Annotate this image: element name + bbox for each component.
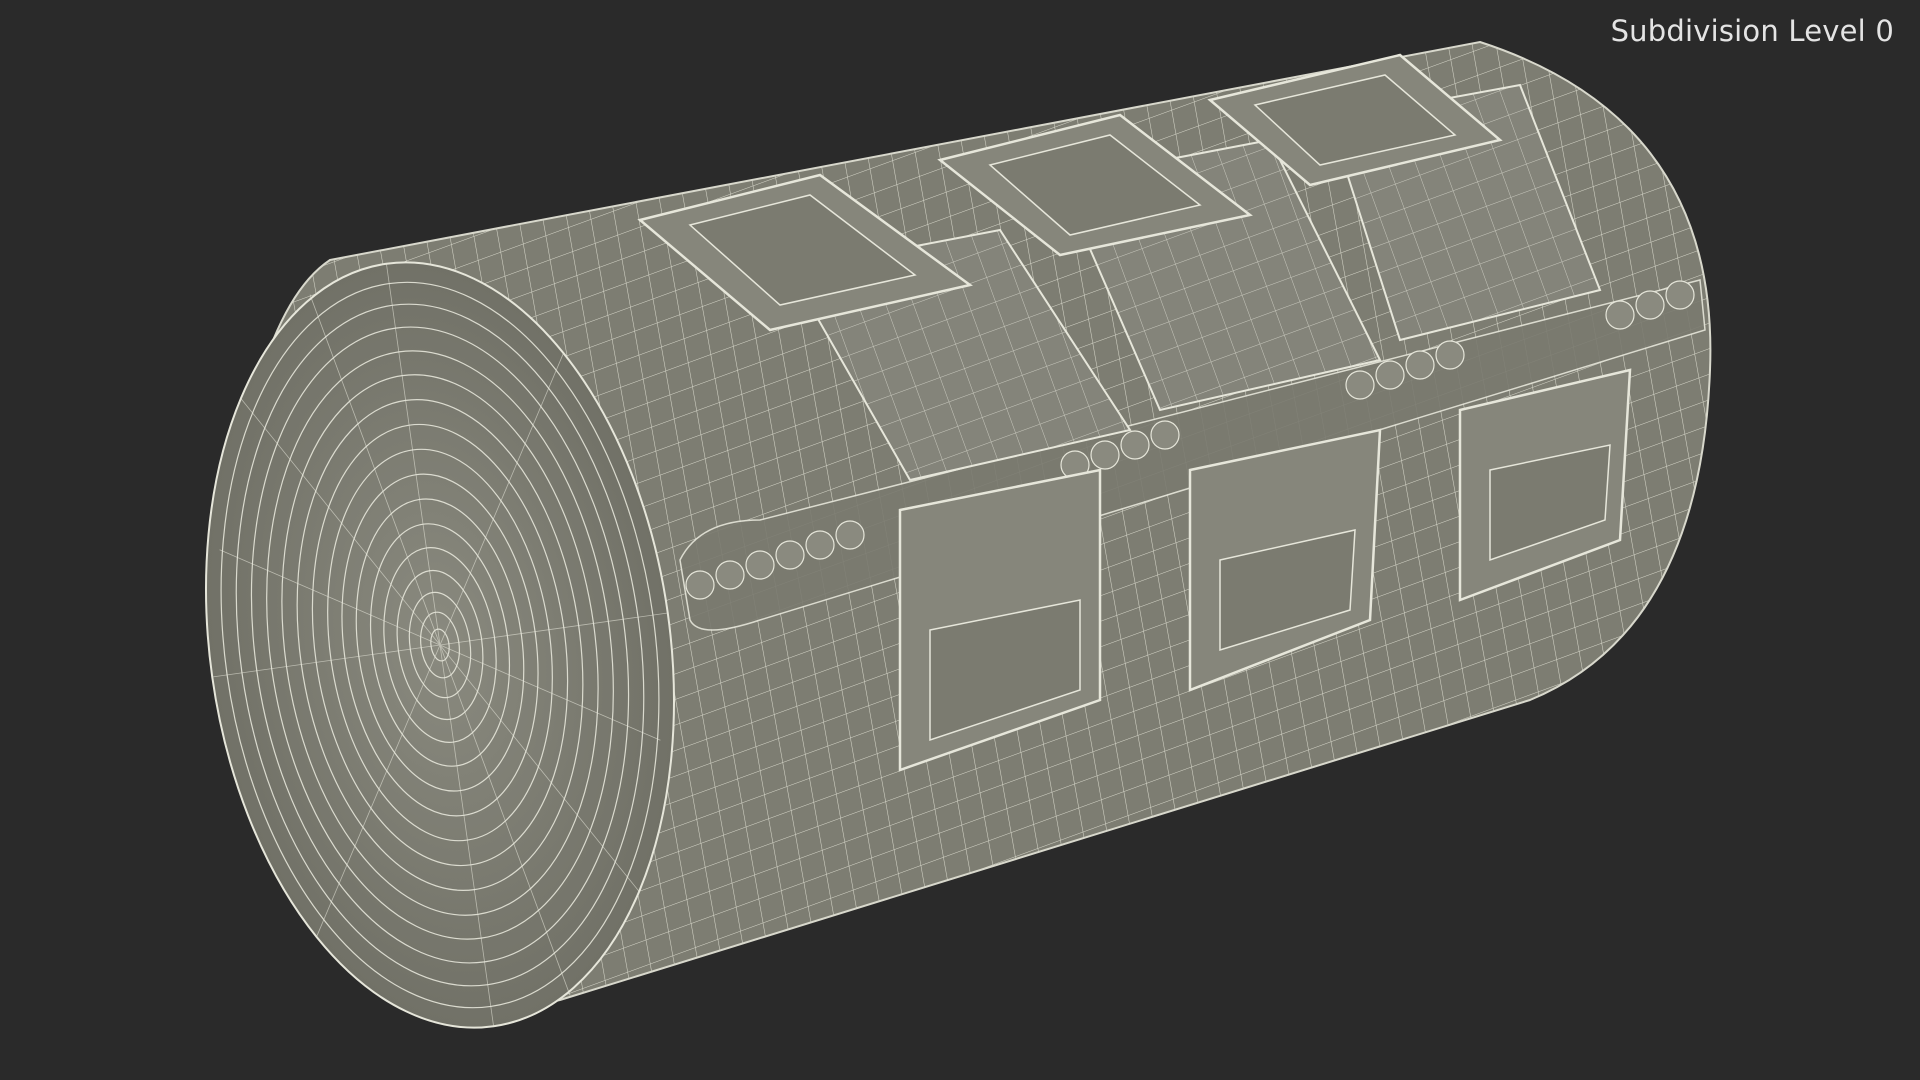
wireframe-render <box>205 40 1712 1029</box>
subdivision-level-label: Subdivision Level 0 <box>1610 14 1894 48</box>
render-viewport: Subdivision Level 0 <box>0 0 1920 1080</box>
